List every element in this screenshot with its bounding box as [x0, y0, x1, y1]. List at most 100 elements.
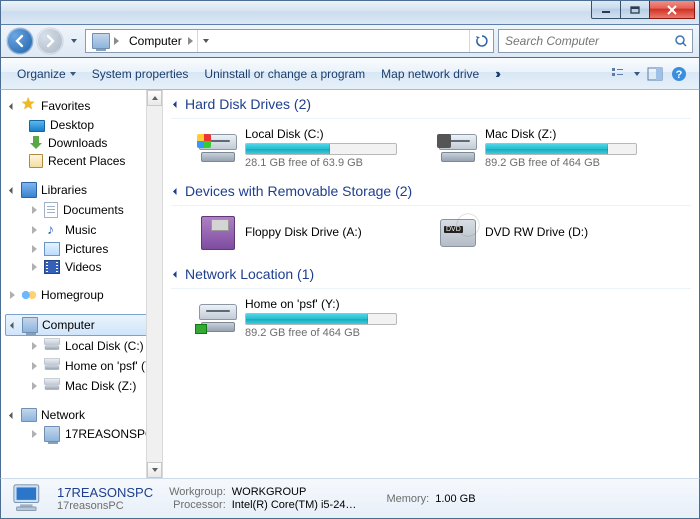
- details-domain: 17reasonsPC: [57, 500, 153, 512]
- nav-bar: Computer: [0, 24, 700, 58]
- download-icon: [29, 136, 43, 150]
- search-input[interactable]: [505, 34, 674, 48]
- network-icon: [21, 408, 37, 422]
- address-refresh-button[interactable]: [469, 30, 493, 52]
- tree-item-network-pc[interactable]: 17REASONSPC: [1, 424, 162, 444]
- tree-label: Favorites: [41, 99, 90, 113]
- window-close-button[interactable]: [649, 1, 695, 19]
- drive-name: Mac Disk (Z:): [485, 127, 659, 141]
- tree-label: Homegroup: [41, 288, 104, 302]
- computer-icon: [92, 33, 110, 49]
- window-maximize-button[interactable]: [620, 1, 650, 19]
- drive-tile-mac-disk-z[interactable]: Mac Disk (Z:) 89.2 GB free of 464 GB: [439, 125, 659, 171]
- section-title: Hard Disk Drives (2): [185, 96, 311, 112]
- tree-item-label: Music: [65, 223, 96, 237]
- homegroup-icon: [21, 288, 37, 302]
- tree-item-music[interactable]: Music: [1, 220, 162, 240]
- search-icon: [674, 34, 688, 48]
- chevron-right-icon: [114, 37, 119, 45]
- help-button[interactable]: ?: [668, 63, 690, 85]
- tree-label: Computer: [42, 318, 95, 332]
- tree-item-local-disk-c[interactable]: Local Disk (C:): [1, 336, 162, 356]
- organize-menu[interactable]: Organize: [9, 63, 84, 85]
- command-bar: Organize System properties Uninstall or …: [0, 58, 700, 90]
- tree-item-mac-disk-z[interactable]: Mac Disk (Z:): [1, 376, 162, 396]
- drive-tile-dvd-d[interactable]: DVD DVD RW Drive (D:): [439, 212, 659, 254]
- tree-item-label: 17REASONSPC: [65, 427, 154, 441]
- section-network-location: Network Location (1) Home on 'psf' (Y:) …: [171, 264, 691, 341]
- scroll-track[interactable]: [147, 106, 162, 462]
- hdd-icon: [439, 134, 477, 162]
- hdd-icon: [199, 134, 237, 162]
- tree-item-home-psf-y[interactable]: Home on 'psf' (Y:): [1, 356, 162, 376]
- tree-libraries-header[interactable]: Libraries: [1, 180, 162, 200]
- drive-name: DVD RW Drive (D:): [485, 225, 659, 239]
- details-name: 17REASONSPC: [57, 485, 153, 500]
- window-minimize-button[interactable]: [591, 1, 621, 19]
- network-drive-icon: [199, 304, 237, 332]
- drive-name: Home on 'psf' (Y:): [245, 297, 419, 311]
- floppy-icon: [201, 216, 235, 250]
- drive-tile-floppy-a[interactable]: Floppy Disk Drive (A:): [199, 212, 419, 254]
- nav-history-dropdown[interactable]: [67, 28, 81, 54]
- drive-tile-home-psf-y[interactable]: Home on 'psf' (Y:) 89.2 GB free of 464 G…: [199, 295, 419, 341]
- tree-item-label: Mac Disk (Z:): [65, 379, 136, 393]
- map-network-label: Map network drive: [381, 67, 479, 81]
- document-icon: [44, 202, 58, 218]
- capacity-bar: [245, 143, 397, 155]
- drive-subtitle: 89.2 GB free of 464 GB: [485, 157, 659, 169]
- tree-label: Network: [41, 408, 85, 422]
- computer-thumb-icon: [11, 483, 47, 515]
- tree-item-downloads[interactable]: Downloads: [1, 134, 162, 152]
- search-box[interactable]: [498, 29, 693, 53]
- drive-name: Floppy Disk Drive (A:): [245, 225, 419, 239]
- tree-computer-header[interactable]: Computer: [5, 314, 158, 336]
- music-icon: [44, 222, 60, 238]
- tree-homegroup-header[interactable]: Homegroup: [1, 286, 162, 304]
- tree-item-desktop[interactable]: Desktop: [1, 116, 162, 134]
- system-properties-label: System properties: [92, 67, 189, 81]
- svg-text:?: ?: [676, 69, 683, 81]
- tree-item-label: Downloads: [48, 136, 107, 150]
- tree-item-label: Local Disk (C:): [65, 339, 144, 353]
- tree-item-videos[interactable]: Videos: [1, 258, 162, 276]
- scroll-up-button[interactable]: [147, 90, 162, 106]
- tree-item-recent-places[interactable]: Recent Places: [1, 152, 162, 170]
- section-title: Devices with Removable Storage (2): [185, 183, 412, 199]
- details-memory-label: Memory:: [386, 493, 429, 505]
- toolbar-overflow-button[interactable]: [487, 62, 509, 85]
- tree-item-label: Desktop: [50, 118, 94, 132]
- nav-back-button[interactable]: [7, 28, 33, 54]
- drive-subtitle: 28.1 GB free of 63.9 GB: [245, 157, 419, 169]
- tree-label: Libraries: [41, 183, 87, 197]
- tree-item-pictures[interactable]: Pictures: [1, 240, 162, 258]
- preview-pane-button[interactable]: [644, 63, 666, 85]
- navigation-tree: ★Favorites Desktop Downloads Recent Plac…: [1, 90, 163, 478]
- address-bar[interactable]: Computer: [85, 29, 494, 53]
- address-segment-computer[interactable]: Computer: [123, 30, 197, 52]
- system-properties-button[interactable]: System properties: [84, 63, 197, 85]
- tree-favorites-header[interactable]: ★Favorites: [1, 96, 162, 116]
- section-header[interactable]: Devices with Removable Storage (2): [171, 181, 691, 206]
- map-network-drive-button[interactable]: Map network drive: [373, 63, 487, 85]
- computer-icon: [22, 317, 38, 333]
- nav-forward-button[interactable]: [37, 28, 63, 54]
- view-mode-button[interactable]: [608, 63, 642, 85]
- tree-item-documents[interactable]: Documents: [1, 200, 162, 220]
- address-segment-root[interactable]: [86, 30, 123, 52]
- section-header[interactable]: Hard Disk Drives (2): [171, 94, 691, 119]
- drive-tile-local-disk-c[interactable]: Local Disk (C:) 28.1 GB free of 63.9 GB: [199, 125, 419, 171]
- sidebar-scrollbar[interactable]: [146, 90, 162, 478]
- scroll-down-button[interactable]: [147, 462, 162, 478]
- section-header[interactable]: Network Location (1): [171, 264, 691, 289]
- dvd-drive-icon: DVD: [440, 219, 476, 247]
- tree-item-label: Videos: [65, 260, 101, 274]
- picture-icon: [44, 242, 60, 256]
- address-dropdown-button[interactable]: [197, 30, 215, 52]
- drive-subtitle: 89.2 GB free of 464 GB: [245, 327, 419, 339]
- video-icon: [44, 260, 60, 274]
- chevrons-right-icon: [495, 66, 501, 81]
- chevron-right-icon: [188, 37, 193, 45]
- uninstall-program-button[interactable]: Uninstall or change a program: [196, 63, 373, 85]
- tree-network-header[interactable]: Network: [1, 406, 162, 424]
